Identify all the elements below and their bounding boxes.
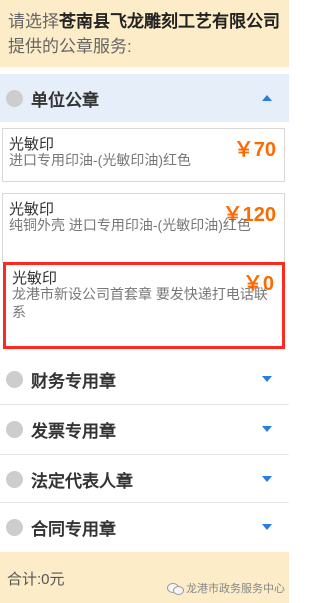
- chevron-down-icon[interactable]: [262, 524, 272, 530]
- watermark: 龙港市政务服务中心: [167, 580, 285, 596]
- watermark-text: 龙港市政务服务中心: [186, 583, 285, 595]
- option-desc: 进口专用印油-(光敏印油)红色: [9, 152, 191, 168]
- option-desc: 纯铜外壳 进口专用印油-(光敏印油)红色: [9, 217, 251, 233]
- section-title: 财务专用章: [31, 371, 116, 391]
- seal-service-panel: 请选择苍南县飞龙雕刻工艺有限公司提供的公章服务: 单位公章 光敏印 ￥70 进口…: [0, 0, 289, 603]
- chevron-down-icon[interactable]: [262, 376, 272, 382]
- radio-dot-icon[interactable]: [6, 89, 23, 107]
- service-intro: 请选择苍南县飞龙雕刻工艺有限公司提供的公章服务:: [0, 0, 289, 67]
- section-title: 法定代表人章: [31, 471, 133, 491]
- section-official-seal[interactable]: 单位公章: [0, 74, 289, 122]
- seal-option-highlighted[interactable]: 光敏印 ￥0 龙港市新设公司首套章 要发快递打电话联系: [3, 262, 285, 349]
- section-title: 合同专用章: [31, 519, 116, 539]
- radio-dot-icon[interactable]: [6, 370, 23, 388]
- section-finance-seal[interactable]: 财务专用章: [0, 355, 289, 403]
- seal-option[interactable]: 光敏印 ￥120 纯铜外壳 进口专用印油-(光敏印油)红色: [2, 193, 285, 263]
- chevron-down-icon[interactable]: [262, 476, 272, 482]
- company-name: 苍南县飞龙雕刻工艺有限公司: [59, 12, 280, 31]
- radio-dot-icon[interactable]: [6, 470, 23, 488]
- intro-prefix: 请选择: [8, 12, 59, 31]
- option-desc: 龙港市新设公司首套章 要发快递打电话联系: [12, 286, 268, 320]
- wechat-icon: [167, 582, 184, 595]
- section-title: 发票专用章: [31, 421, 116, 441]
- radio-dot-icon[interactable]: [6, 420, 23, 438]
- section-legal-rep-seal[interactable]: 法定代表人章: [0, 455, 289, 503]
- chevron-up-icon[interactable]: [262, 95, 272, 101]
- section-invoice-seal[interactable]: 发票专用章: [0, 405, 289, 453]
- total-label: 合计:0元: [7, 571, 65, 588]
- seal-option[interactable]: 光敏印 ￥70 进口专用印油-(光敏印油)红色: [2, 128, 285, 182]
- section-contract-seal[interactable]: 合同专用章: [0, 503, 289, 551]
- section-title: 单位公章: [31, 90, 99, 110]
- radio-dot-icon[interactable]: [6, 518, 23, 536]
- intro-suffix: 提供的公章服务:: [8, 37, 132, 56]
- chevron-down-icon[interactable]: [262, 426, 272, 432]
